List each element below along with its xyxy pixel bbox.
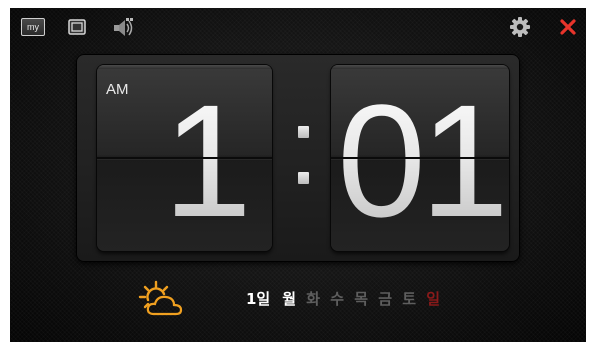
time-separator — [298, 126, 310, 218]
hour-card: AM 1 — [97, 65, 272, 251]
clock-screen: my AM 1 01 1일 월 화 수 목 금 토 일 — [10, 8, 586, 342]
hour-digits: 1 — [137, 73, 272, 249]
ampm-label: AM — [106, 81, 129, 98]
weekday-wed: 수 — [330, 290, 345, 308]
day-of-month: 1일 — [246, 290, 271, 308]
weekday-row: 1일 월 화 수 목 금 토 일 — [246, 288, 450, 309]
gear-icon — [510, 17, 530, 37]
weather-indicator — [138, 280, 186, 320]
close-icon — [560, 19, 576, 35]
sound-button[interactable] — [111, 16, 137, 38]
weekday-mon: 월 — [282, 290, 297, 308]
window-button[interactable] — [65, 16, 89, 38]
weekday-tue: 화 — [306, 290, 321, 308]
my-icon: my — [21, 18, 45, 36]
weekday-fri: 금 — [378, 290, 393, 308]
weekday-sun: 일 — [426, 290, 441, 308]
close-button[interactable] — [558, 16, 578, 38]
window-icon — [68, 19, 86, 35]
settings-button[interactable] — [508, 16, 532, 38]
partly-cloudy-icon — [138, 280, 183, 316]
minute-digits: 01 — [331, 73, 509, 249]
flip-clock: AM 1 01 — [76, 54, 520, 262]
weekday-sat: 토 — [402, 290, 417, 308]
minute-card: 01 — [331, 65, 509, 251]
my-button[interactable]: my — [20, 16, 46, 38]
weekday-thu: 목 — [354, 290, 369, 308]
speaker-icon — [114, 18, 133, 36]
